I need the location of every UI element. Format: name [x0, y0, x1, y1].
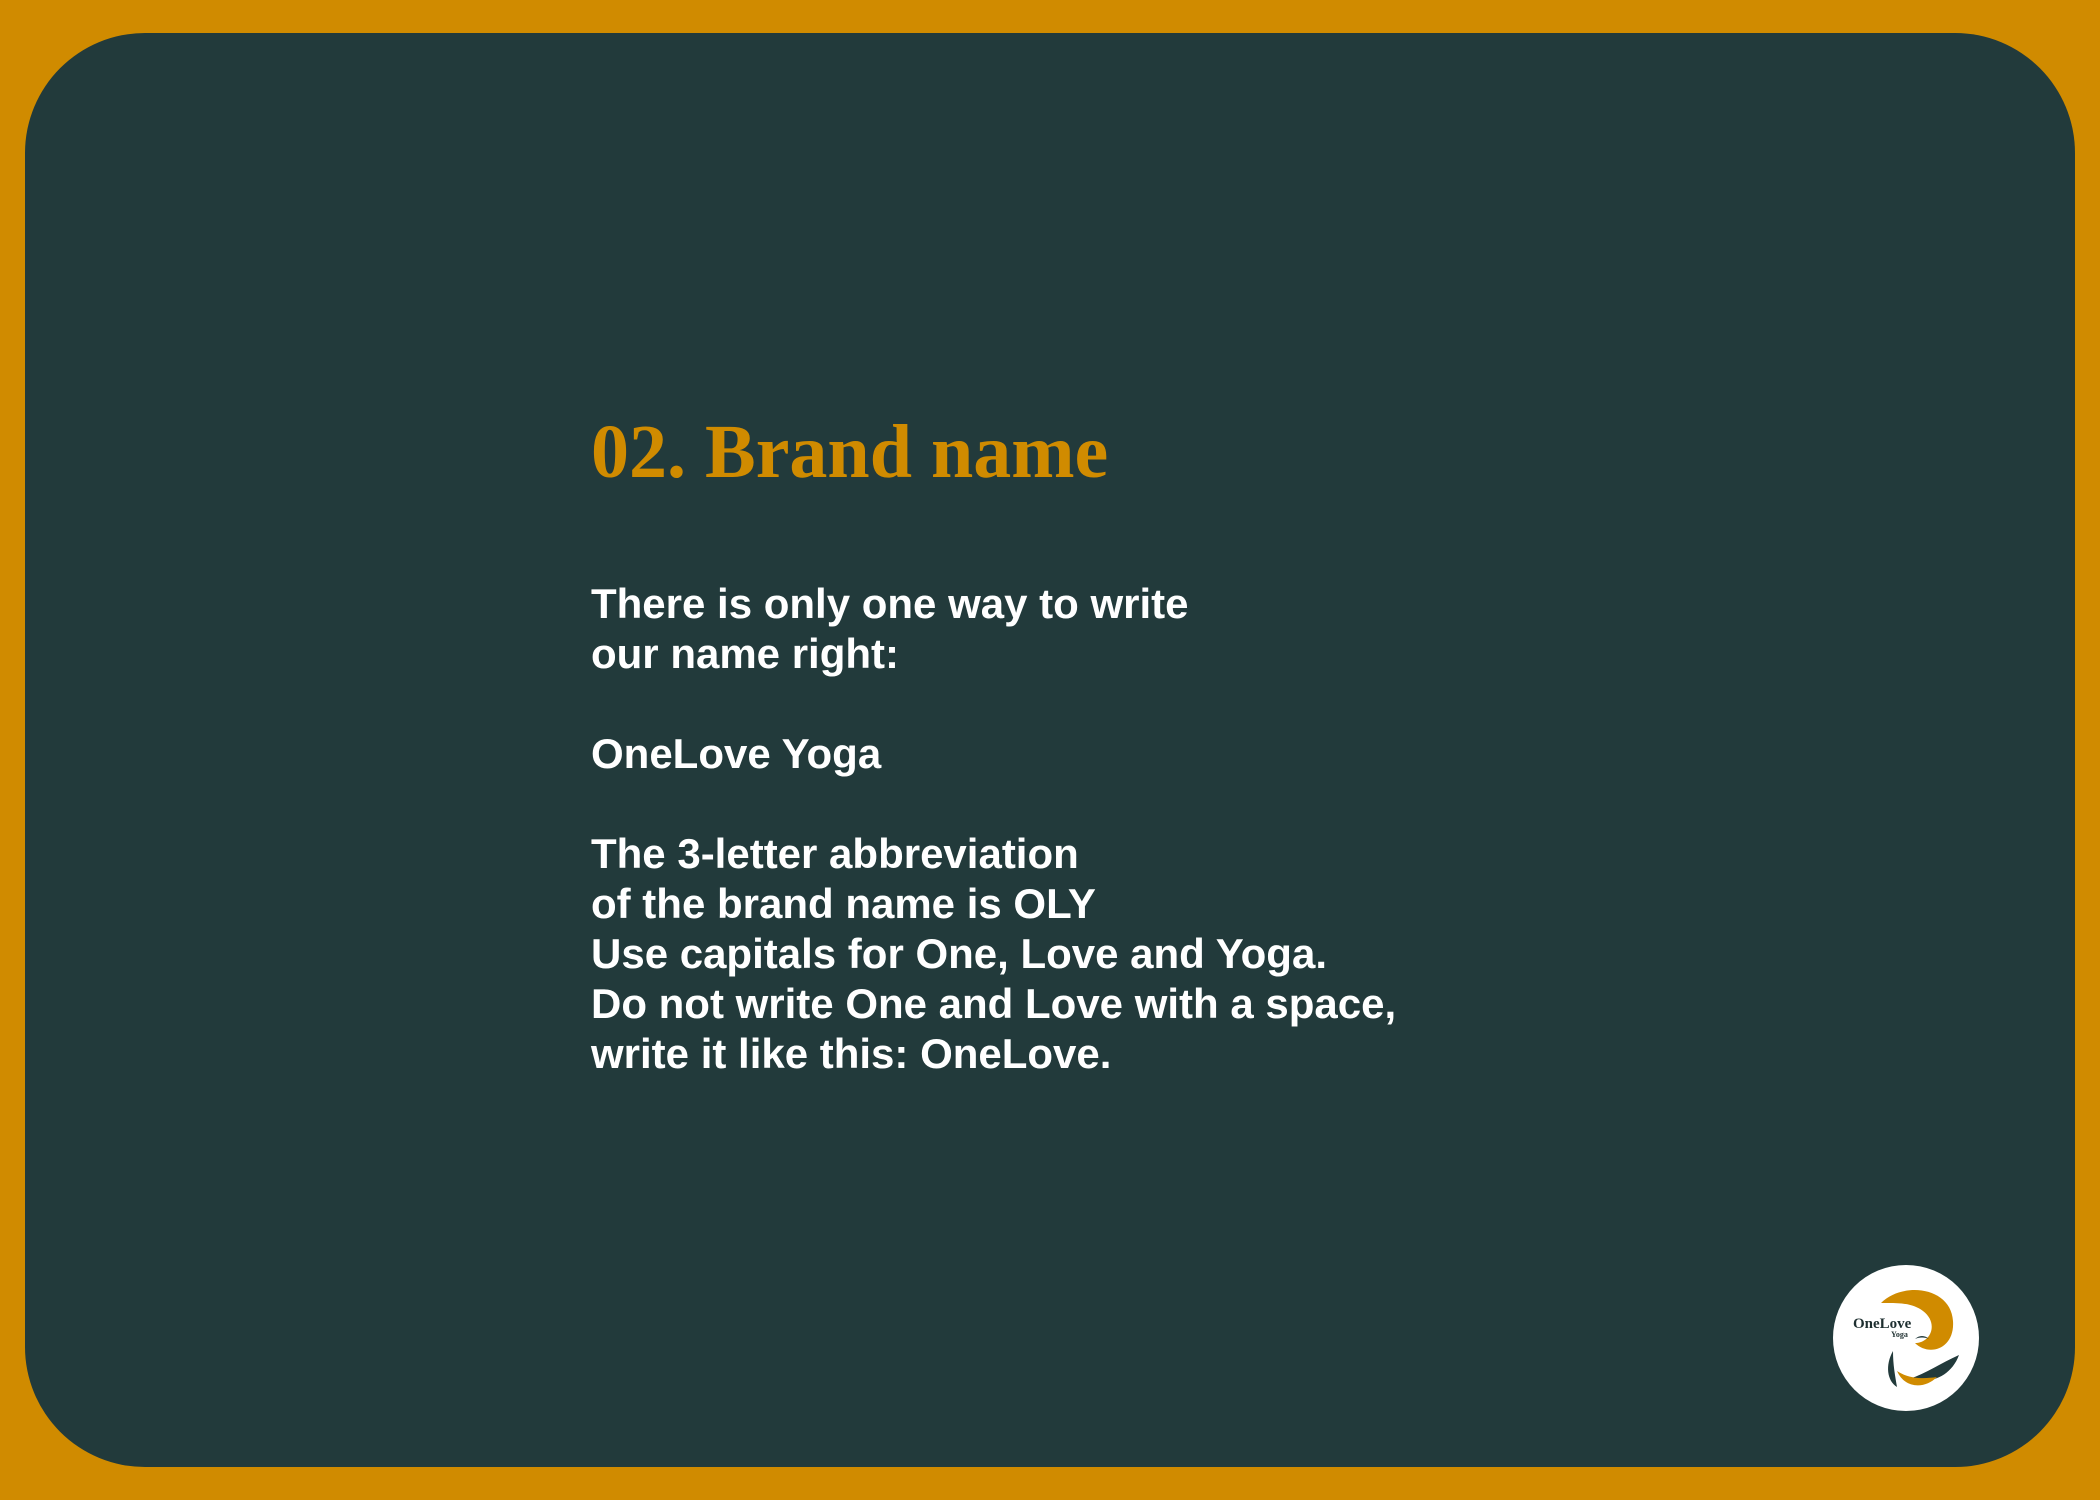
brand-name: OneLove Yoga	[591, 730, 882, 777]
brand-logo: OneLove Yoga	[1833, 1265, 1979, 1411]
rule-line: write it like this: OneLove.	[591, 1030, 1112, 1077]
intro-line: There is only one way to write	[591, 580, 1189, 627]
rule-line: Do not write One and Love with a space,	[591, 980, 1397, 1027]
rule-line: Use capitals for One, Love and Yoga.	[591, 930, 1327, 977]
rule-line: of the brand name is OLY	[591, 880, 1096, 927]
slide-card: 02. Brand name There is only one way to …	[25, 33, 2075, 1467]
rule-line: The 3-letter abbreviation	[591, 830, 1079, 877]
logo-subtext: Yoga	[1891, 1330, 1908, 1339]
intro-line: our name right:	[591, 630, 900, 677]
page-title: 02. Brand name	[591, 410, 1109, 494]
body-text: There is only one way to write our name …	[591, 579, 1691, 1079]
